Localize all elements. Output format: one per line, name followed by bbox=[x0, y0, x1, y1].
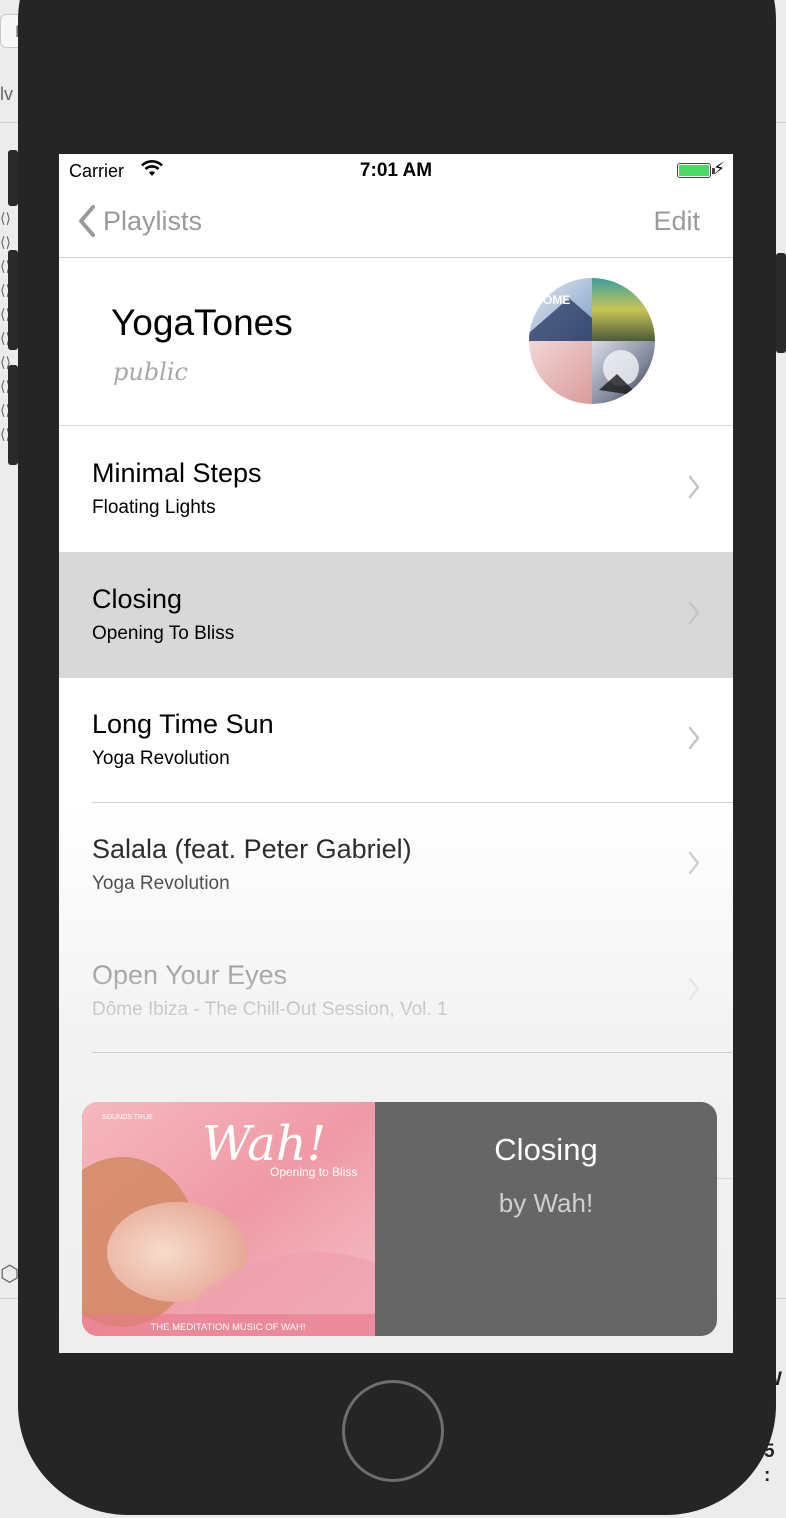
power-button bbox=[776, 253, 786, 353]
row-separator bbox=[92, 1053, 733, 1054]
chevron-right-icon bbox=[688, 601, 700, 625]
navigation-bar: Playlists Edit bbox=[59, 188, 733, 258]
track-album: Opening To Bliss bbox=[92, 623, 235, 644]
chevron-right-icon bbox=[688, 475, 700, 499]
home-button[interactable] bbox=[342, 1380, 444, 1482]
now-playing-title: Closing bbox=[494, 1132, 598, 1167]
track-row[interactable]: Minimal Steps Floating Lights bbox=[59, 426, 733, 552]
track-album: Floating Lights bbox=[92, 497, 216, 518]
playlist-title: YogaTones bbox=[111, 302, 293, 343]
artwork-subtitle: Opening to Bliss bbox=[270, 1165, 357, 1179]
chevron-right-icon bbox=[688, 726, 700, 750]
track-title: Minimal Steps bbox=[92, 458, 262, 488]
track-row[interactable]: Long Time Sun Yoga Revolution bbox=[59, 677, 733, 803]
sidebar-label-fragment: lv bbox=[0, 84, 13, 104]
row-separator bbox=[92, 1052, 733, 1053]
album-artwork[interactable]: Wah! Opening to Bliss SOUNDS TRUE THE ME… bbox=[82, 1102, 375, 1336]
track-title: Long Time Sun bbox=[92, 709, 274, 739]
track-row[interactable]: Open Your Eyes Dôme Ibiza - The Chill-Ou… bbox=[59, 928, 733, 1054]
artwork-footer: THE MEDITATION MUSIC OF WAH! bbox=[151, 1322, 306, 1333]
battery-icon bbox=[677, 163, 711, 178]
track-title: Closing bbox=[92, 584, 183, 614]
chevron-left-icon bbox=[79, 205, 95, 237]
clock: 7:01 AM bbox=[359, 160, 433, 181]
chevron-right-icon bbox=[688, 851, 700, 875]
track-row[interactable]: Salala (feat. Peter Gabriel) Yoga Revolu… bbox=[59, 802, 733, 928]
now-playing-artist: by Wah! bbox=[498, 1188, 594, 1218]
bolt-icon: ⚡︎ bbox=[713, 159, 725, 178]
hexagon-icon: ⬡ bbox=[0, 1262, 20, 1287]
status-bar: Carrier 7:01 AM ⚡︎ bbox=[59, 154, 733, 188]
track-album: Dôme Ibiza - The Chill-Out Session, Vol.… bbox=[92, 999, 448, 1020]
edit-button[interactable]: Edit bbox=[653, 206, 700, 237]
back-button-label: Playlists bbox=[103, 205, 203, 236]
playlist-cover-art: ÔME bbox=[529, 278, 655, 404]
track-album: Yoga Revolution bbox=[92, 873, 230, 894]
app-screen: Carrier 7:01 AM ⚡︎ Playlists Edit YogaTo… bbox=[59, 154, 733, 1353]
mute-switch bbox=[8, 150, 18, 206]
back-button[interactable]: Playlists bbox=[77, 204, 202, 238]
track-album: Yoga Revolution bbox=[92, 748, 230, 769]
playlist-header: YogaTones public ÔME bbox=[59, 258, 733, 426]
volume-down-button bbox=[8, 365, 18, 465]
visibility-label: public bbox=[113, 358, 188, 386]
chevron-right-icon bbox=[688, 977, 700, 1001]
volume-up-button bbox=[8, 250, 18, 350]
track-title: Open Your Eyes bbox=[92, 960, 288, 990]
now-playing-bar[interactable]: Wah! Opening to Bliss SOUNDS TRUE THE ME… bbox=[82, 1102, 717, 1336]
artwork-label: SOUNDS TRUE bbox=[102, 1114, 153, 1121]
track-title: Salala (feat. Peter Gabriel) bbox=[92, 834, 412, 864]
artwork-logo-text: Wah! bbox=[202, 1116, 326, 1172]
track-row[interactable]: Closing Opening To Bliss bbox=[59, 552, 733, 678]
cover-overlay-text: ÔME bbox=[543, 292, 570, 307]
